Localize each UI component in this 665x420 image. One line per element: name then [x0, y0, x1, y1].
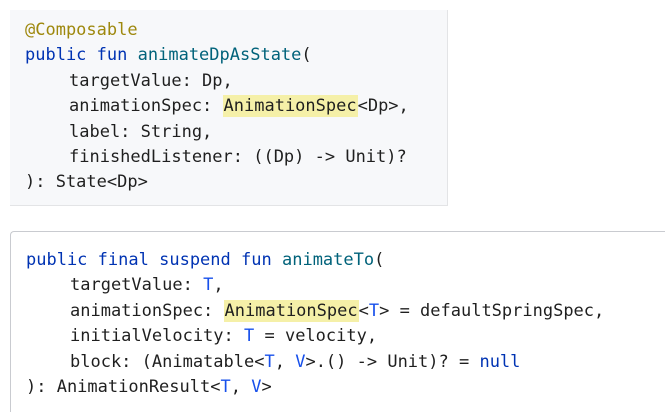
keyword-fun: fun: [241, 250, 272, 270]
code-line-param-label: label: String,: [25, 120, 409, 145]
code-line-param-target-value: targetValue: T,: [26, 273, 604, 298]
highlighted-animation-spec-type: AnimationSpec: [222, 95, 358, 118]
open-paren: (: [374, 250, 385, 270]
code-line-annotation: @Composable: [25, 18, 409, 43]
param-animation-spec-default: > = defaultSpringSpec,: [379, 300, 605, 321]
code-line-param-animation-spec: animationSpec: AnimationSpec<T> = defaul…: [26, 299, 604, 324]
type-parameter-v: V: [295, 351, 306, 372]
code-line-signature: public final suspend fun animateTo(: [26, 248, 604, 273]
keyword-null: null: [479, 351, 521, 372]
param-block-rest: >.() -> Unit)? =: [305, 351, 480, 372]
comma: ,: [274, 351, 296, 372]
function-name: animateDpAsState: [137, 45, 302, 66]
keyword-final: final: [97, 250, 149, 270]
type-parameter-t: T: [244, 326, 255, 347]
type-parameter-t: T: [220, 376, 231, 397]
param-initial-velocity-default: = velocity,: [254, 326, 378, 347]
param-finished-listener: finishedListener: ((Dp) -> Unit)?: [69, 146, 407, 167]
param-initial-velocity-name: initialVelocity:: [70, 326, 244, 347]
type-parameter-t: T: [264, 351, 275, 372]
code-snippet-animate-to: public final suspend fun animateTo(targe…: [10, 231, 665, 412]
code-line-param-initial-velocity: initialVelocity: T = velocity,: [26, 324, 604, 349]
return-type-start: ): AnimationResult<: [26, 376, 221, 397]
param-animation-spec-generic: <Dp>,: [357, 96, 409, 117]
code-line-return-type: ): State<Dp>: [25, 170, 409, 195]
code-line-signature: public fun animateDpAsState(: [25, 43, 409, 68]
param-animation-spec-name: animationSpec:: [70, 300, 224, 321]
return-type-end: >: [261, 376, 272, 397]
param-label: label: String,: [69, 121, 213, 142]
code-line-param-finished-listener: finishedListener: ((Dp) -> Unit)?: [25, 145, 409, 170]
code-line-param-block: block: (Animatable<T, V>.() -> Unit)? = …: [26, 350, 604, 375]
type-parameter-t: T: [203, 275, 214, 296]
code-line-param-animation-spec: animationSpec: AnimationSpec<Dp>,: [25, 94, 409, 119]
generic-open: <: [358, 300, 369, 321]
return-type: ): State<Dp>: [25, 172, 148, 193]
param-block-start: block: (Animatable<: [70, 351, 265, 372]
open-paren: (: [301, 45, 312, 66]
annotation-composable: @Composable: [25, 20, 138, 40]
keyword-public: public: [26, 250, 88, 270]
code-block: @Composable public fun animateDpAsState(t…: [25, 18, 409, 196]
comma: ,: [230, 376, 252, 397]
highlighted-animation-spec-type: AnimationSpec: [223, 299, 359, 322]
code-line-param-target-value: targetValue: Dp,: [25, 69, 409, 94]
param-animation-spec-name: animationSpec:: [69, 96, 223, 117]
keyword-fun: fun: [96, 45, 128, 66]
comma: ,: [213, 275, 224, 296]
code-snippet-animate-dp-as-state: @Composable public fun animateDpAsState(t…: [10, 10, 448, 206]
function-name: animateTo: [281, 250, 375, 270]
keyword-public: public: [25, 45, 87, 66]
code-block: public final suspend fun animateTo(targe…: [26, 248, 604, 400]
keyword-suspend: suspend: [159, 250, 231, 270]
type-parameter-v: V: [251, 376, 262, 397]
param-target-value: targetValue: Dp,: [69, 70, 233, 91]
type-parameter-t: T: [368, 300, 380, 321]
code-line-return-type: ): AnimationResult<T, V>: [26, 375, 604, 400]
param-target-value-name: targetValue:: [70, 275, 204, 296]
